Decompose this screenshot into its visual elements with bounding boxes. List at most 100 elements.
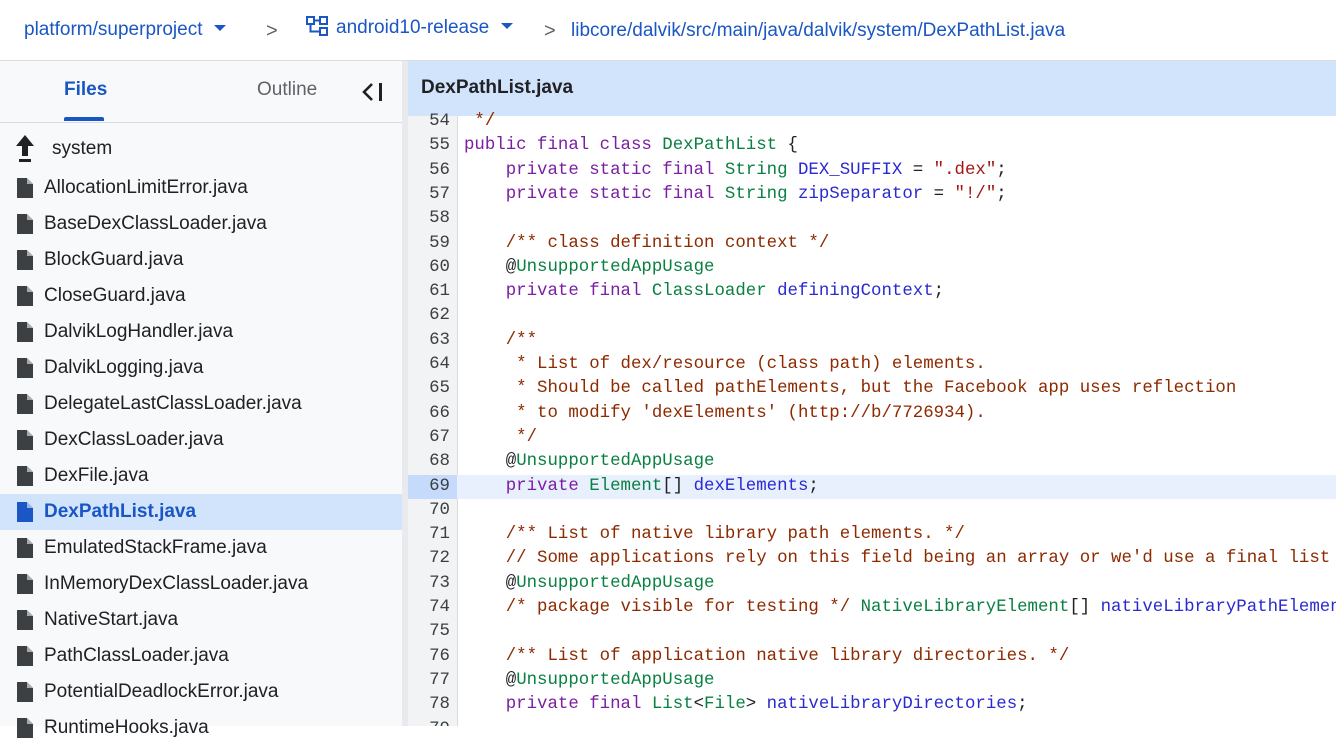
code-text: /** List of application native library d…	[464, 646, 1070, 666]
file-tree-item[interactable]: DalvikLogHandler.java	[0, 314, 402, 350]
file-tree-item[interactable]: PathClassLoader.java	[0, 638, 402, 674]
line-number[interactable]: 67	[408, 426, 450, 450]
file-icon	[17, 646, 33, 666]
file-icon	[17, 574, 33, 594]
file-tree-item[interactable]: BlockGuard.java	[0, 242, 402, 278]
chevron-right-icon: >	[266, 20, 278, 42]
line-number[interactable]: 64	[408, 353, 450, 377]
line-number[interactable]: 79	[408, 718, 450, 727]
file-tree-item[interactable]: InMemoryDexClassLoader.java	[0, 566, 402, 602]
code-line: 64 * List of dex/resource (class path) e…	[408, 353, 1336, 377]
file-tree-item[interactable]: RuntimeHooks.java	[0, 710, 402, 746]
line-number[interactable]: 62	[408, 304, 450, 328]
project-selector[interactable]: platform/superproject	[24, 19, 227, 41]
file-path-link[interactable]: libcore/dalvik/src/main/java/dalvik/syst…	[571, 20, 1065, 42]
tab-files[interactable]: Files	[64, 79, 107, 101]
tab-outline[interactable]: Outline	[257, 79, 317, 101]
line-number[interactable]: 65	[408, 377, 450, 401]
line-number[interactable]: 61	[408, 280, 450, 304]
file-tree-item[interactable]: DexClassLoader.java	[0, 422, 402, 458]
project-name: platform/superproject	[24, 19, 203, 40]
code-line: 75	[408, 620, 1336, 644]
code-text: private final List<File> nativeLibraryDi…	[464, 695, 1028, 715]
code-line: 56 private static final String DEX_SUFFI…	[408, 159, 1336, 183]
line-number[interactable]: 71	[408, 523, 450, 547]
line-number[interactable]: 69	[408, 475, 450, 499]
code-text: // Some applications rely on this field …	[464, 549, 1336, 569]
code-text: private final ClassLoader definingContex…	[464, 282, 945, 302]
code-line: 55 public final class DexPathList {	[408, 134, 1336, 158]
code-line: 68 @UnsupportedAppUsage	[408, 450, 1336, 474]
file-tree-item[interactable]: AllocationLimitError.java	[0, 170, 402, 206]
code-line: 57 private static final String zipSepara…	[408, 183, 1336, 207]
branch-selector[interactable]: android10-release	[306, 15, 514, 39]
line-number[interactable]: 56	[408, 159, 450, 183]
code-line: 79	[408, 718, 1336, 727]
line-number[interactable]: 78	[408, 693, 450, 717]
file-icon	[17, 214, 33, 234]
chevron-down-icon	[214, 24, 227, 31]
file-tree-item-label: AllocationLimitError.java	[44, 177, 248, 198]
line-number[interactable]: 63	[408, 329, 450, 353]
line-number[interactable]: 74	[408, 596, 450, 620]
sidebar-tabs: Files Outline	[0, 61, 402, 123]
file-tree-item[interactable]: DexPathList.java	[0, 494, 402, 530]
file-tree-item[interactable]: DalvikLogging.java	[0, 350, 402, 386]
line-number[interactable]: 72	[408, 547, 450, 571]
file-tree-item[interactable]: PotentialDeadlockError.java	[0, 674, 402, 710]
breadcrumb-bar: platform/superproject > android10-releas…	[0, 0, 1336, 61]
line-number[interactable]: 70	[408, 499, 450, 523]
file-tree-item-label: PathClassLoader.java	[44, 645, 229, 666]
code-line: 76 /** List of application native librar…	[408, 645, 1336, 669]
line-number[interactable]: 57	[408, 183, 450, 207]
collapse-panel-icon[interactable]	[358, 79, 388, 105]
code-text: /** List of native library path elements…	[464, 525, 965, 545]
line-number[interactable]: 60	[408, 256, 450, 280]
code-line: 62	[408, 304, 1336, 328]
file-tree-item[interactable]: NativeStart.java	[0, 602, 402, 638]
code-line: 73 @UnsupportedAppUsage	[408, 572, 1336, 596]
code-text: @UnsupportedAppUsage	[464, 257, 715, 277]
up-folder-item[interactable]: system	[0, 127, 402, 171]
code-line: 60 @UnsupportedAppUsage	[408, 256, 1336, 280]
code-text: /* package visible for testing */ Native…	[464, 598, 1336, 617]
file-icon	[17, 358, 33, 378]
line-number[interactable]: 77	[408, 669, 450, 693]
file-tree-item-label: EmulatedStackFrame.java	[44, 537, 267, 558]
line-number[interactable]: 54	[408, 110, 450, 134]
file-tree-item-label: CloseGuard.java	[44, 285, 186, 306]
code-line: 69 private Element[] dexElements;	[408, 474, 1336, 499]
line-number[interactable]: 68	[408, 450, 450, 474]
file-icon	[17, 610, 33, 630]
line-number[interactable]: 59	[408, 232, 450, 256]
code-line: 74 /* package visible for testing */ Nat…	[408, 596, 1336, 620]
code-line: 77 @UnsupportedAppUsage	[408, 669, 1336, 693]
file-tree-item[interactable]: EmulatedStackFrame.java	[0, 530, 402, 566]
code-text: private static final String zipSeparator…	[464, 184, 1007, 204]
code-line: 72 // Some applications rely on this fie…	[408, 547, 1336, 571]
line-number[interactable]: 73	[408, 572, 450, 596]
line-number[interactable]: 75	[408, 620, 450, 644]
code-line: 54 */	[408, 110, 1336, 134]
file-icon	[17, 682, 33, 702]
code-view: 54 */55 public final class DexPathList {5…	[408, 112, 1336, 727]
line-number[interactable]: 76	[408, 645, 450, 669]
file-icon	[17, 538, 33, 558]
file-icon	[17, 286, 33, 306]
code-line: 66 * to modify 'dexElements' (http://b/7…	[408, 402, 1336, 426]
line-number[interactable]: 55	[408, 134, 450, 158]
file-tree-item[interactable]: DelegateLastClassLoader.java	[0, 386, 402, 422]
file-tree-item[interactable]: CloseGuard.java	[0, 278, 402, 314]
code-text: * Should be called pathElements, but the…	[464, 379, 1237, 399]
code-text: @UnsupportedAppUsage	[464, 670, 715, 690]
line-number[interactable]: 66	[408, 402, 450, 426]
line-number[interactable]: 58	[408, 207, 450, 231]
branch-icon	[306, 15, 328, 36]
code-editor: DexPathList.java 54 */55 public final cla…	[408, 61, 1336, 726]
file-tree-item-label: InMemoryDexClassLoader.java	[44, 573, 309, 594]
file-tree-item-label: DexClassLoader.java	[44, 429, 224, 450]
file-icon	[17, 322, 33, 342]
file-tree-item[interactable]: DexFile.java	[0, 458, 402, 494]
file-tree-item-label: DexPathList.java	[44, 501, 197, 522]
file-tree-item[interactable]: BaseDexClassLoader.java	[0, 206, 402, 242]
